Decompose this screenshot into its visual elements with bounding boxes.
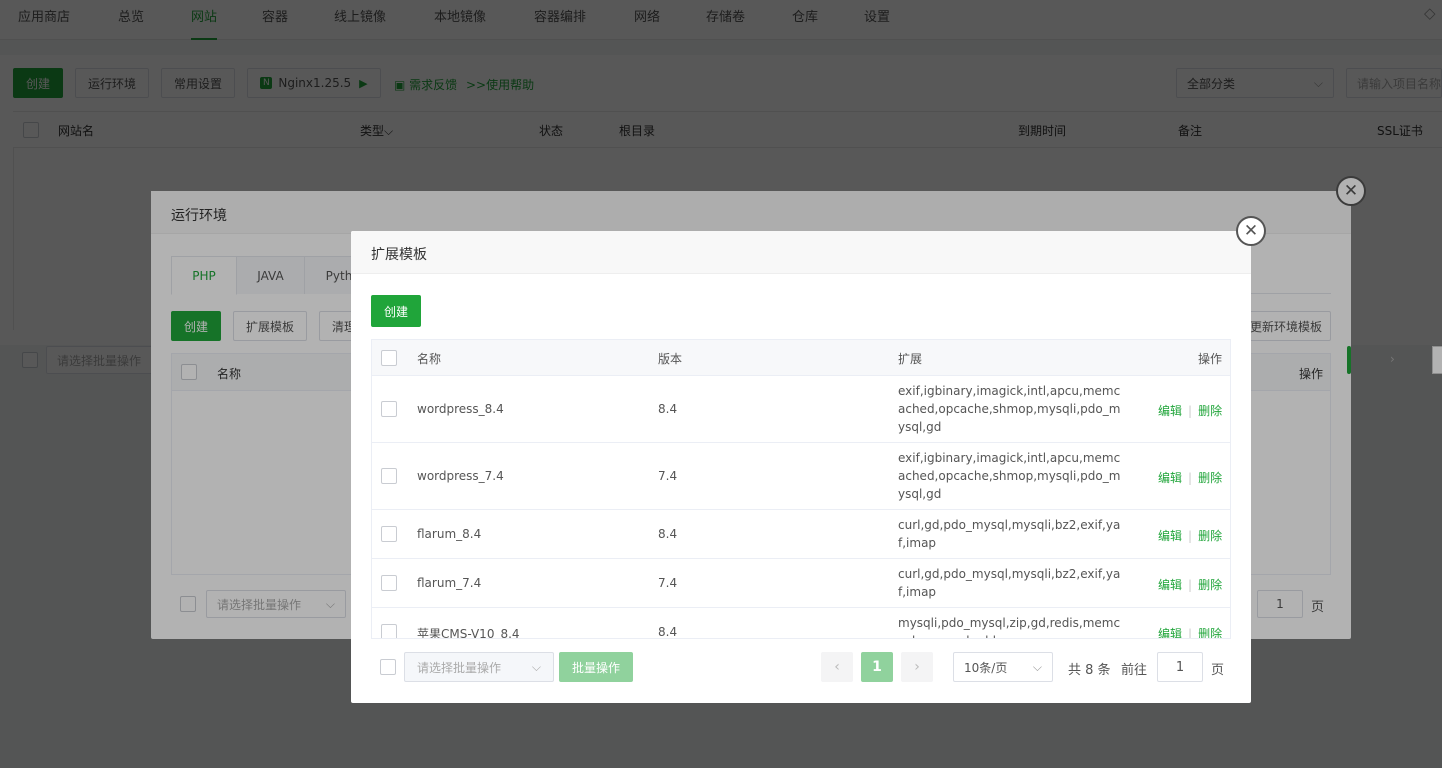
- row-extensions: exif,igbinary,imagick,intl,apcu,memcache…: [898, 451, 1121, 501]
- table-row: wordpress_8.4 8.4 exif,igbinary,imagick,…: [372, 376, 1230, 443]
- delete-link[interactable]: 删除: [1198, 404, 1222, 418]
- row-version: 8.4: [658, 527, 678, 541]
- chevron-left-icon: ‹: [834, 659, 840, 675]
- row-name: wordpress_7.4: [417, 469, 504, 483]
- ext-template-modal: 扩展模板 创建 名称 版本 扩展 操作 wordpress_8.4 8.4 ex…: [351, 231, 1251, 703]
- ext-batch-placeholder: 请选择批量操作: [417, 660, 502, 675]
- edit-link[interactable]: 编辑: [1158, 578, 1182, 592]
- ext-batch-checkbox[interactable]: [380, 659, 396, 675]
- ext-batch-select[interactable]: 请选择批量操作 ⌵: [404, 652, 554, 682]
- row-version: 7.4: [658, 469, 678, 483]
- table-row: flarum_7.4 7.4 curl,gd,pdo_mysql,mysqli,…: [372, 559, 1230, 608]
- ext-modal-header: [351, 231, 1251, 274]
- delete-link[interactable]: 删除: [1198, 529, 1222, 543]
- page-size-select[interactable]: 10条/页 ⌵: [953, 652, 1053, 682]
- row-extensions: mysqli,pdo_mysql,zip,gd,redis,memcache,o…: [898, 616, 1121, 638]
- row-extensions: exif,igbinary,imagick,intl,apcu,memcache…: [898, 384, 1121, 434]
- page-label: 页: [1211, 663, 1225, 678]
- row-checkbox[interactable]: [381, 526, 397, 542]
- row-name: wordpress_8.4: [417, 402, 504, 416]
- edit-link[interactable]: 编辑: [1158, 404, 1182, 418]
- chevron-down-icon: ⌵: [531, 659, 541, 674]
- ext-col-name: 名称: [417, 352, 442, 366]
- ext-table: 名称 版本 扩展 操作 wordpress_8.4 8.4 exif,igbin…: [371, 339, 1231, 639]
- ext-table-header: 名称 版本 扩展 操作: [372, 340, 1230, 376]
- row-extensions: curl,gd,pdo_mysql,mysqli,bz2,exif,yaf,im…: [898, 518, 1121, 550]
- delete-link[interactable]: 删除: [1198, 471, 1222, 485]
- row-checkbox[interactable]: [381, 624, 397, 638]
- goto-page-input[interactable]: 1: [1157, 652, 1203, 682]
- ext-col-ops: 操作: [1198, 352, 1223, 366]
- row-name: flarum_7.4: [417, 576, 482, 590]
- table-row: wordpress_7.4 7.4 exif,igbinary,imagick,…: [372, 443, 1230, 510]
- edit-link[interactable]: 编辑: [1158, 471, 1182, 485]
- prev-page-button[interactable]: ‹: [821, 652, 853, 682]
- edit-link[interactable]: 编辑: [1158, 529, 1182, 543]
- row-version: 7.4: [658, 576, 678, 590]
- table-row: flarum_8.4 8.4 curl,gd,pdo_mysql,mysqli,…: [372, 510, 1230, 559]
- row-checkbox[interactable]: [381, 401, 397, 417]
- row-actions: 编辑 | 删除: [1158, 529, 1223, 543]
- row-actions: 编辑 | 删除: [1158, 578, 1223, 592]
- row-name: 苹果CMS-V10_8.4: [417, 627, 520, 639]
- ext-modal-title: 扩展模板: [371, 247, 427, 263]
- chevron-down-icon: ⌵: [1032, 659, 1042, 674]
- ext-select-all-checkbox[interactable]: [381, 350, 397, 366]
- ext-create-button[interactable]: 创建: [371, 295, 421, 327]
- page-1-button[interactable]: 1: [861, 652, 893, 682]
- row-extensions: curl,gd,pdo_mysql,mysqli,bz2,exif,yaf,im…: [898, 567, 1121, 599]
- next-page-button[interactable]: ›: [901, 652, 933, 682]
- delete-link[interactable]: 删除: [1198, 578, 1222, 592]
- row-version: 8.4: [658, 402, 678, 416]
- delete-link[interactable]: 删除: [1198, 627, 1222, 638]
- row-actions: 编辑 | 删除: [1158, 471, 1223, 485]
- goto-label: 前往: [1121, 663, 1148, 678]
- ext-modal-close-icon[interactable]: ✕: [1236, 216, 1266, 246]
- edit-link[interactable]: 编辑: [1158, 627, 1182, 638]
- total-count: 共 8 条: [1068, 663, 1111, 678]
- row-version: 8.4: [658, 625, 678, 639]
- row-actions: 编辑 | 删除: [1158, 404, 1223, 418]
- ext-col-ext: 扩展: [898, 352, 923, 366]
- row-checkbox[interactable]: [381, 575, 397, 591]
- ext-col-version: 版本: [658, 352, 683, 366]
- ext-batch-button[interactable]: 批量操作: [559, 652, 633, 682]
- row-name: flarum_8.4: [417, 527, 482, 541]
- row-checkbox[interactable]: [381, 468, 397, 484]
- row-actions: 编辑 | 删除: [1158, 627, 1223, 639]
- chevron-right-icon: ›: [914, 659, 920, 675]
- table-row: 苹果CMS-V10_8.4 8.4 mysqli,pdo_mysql,zip,g…: [372, 608, 1230, 639]
- page-size-value: 10条/页: [964, 660, 1008, 675]
